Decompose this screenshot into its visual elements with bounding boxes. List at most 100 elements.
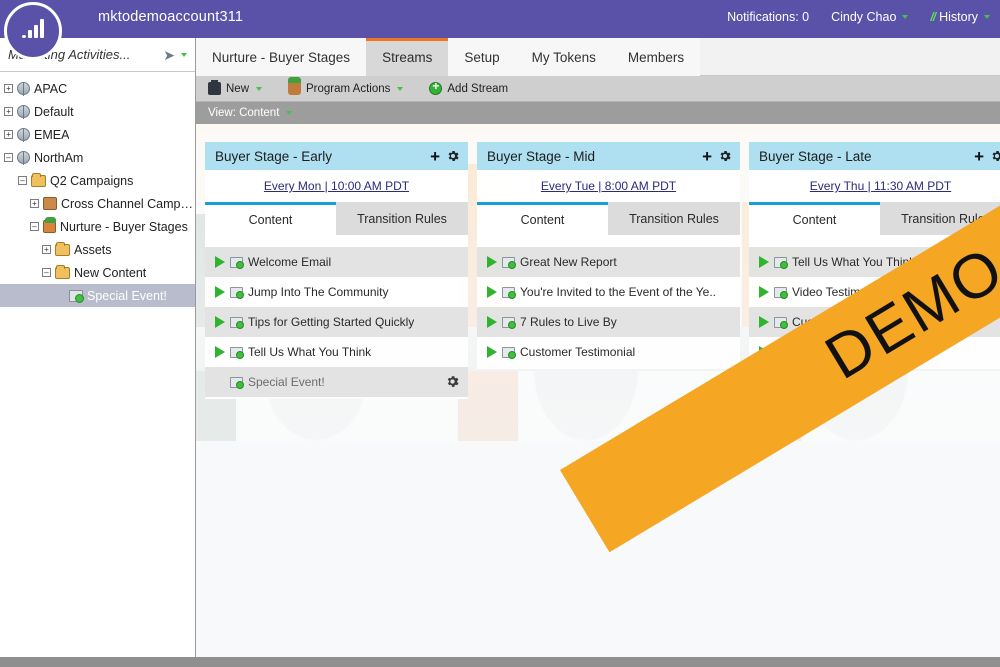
history-menu[interactable]: // History (930, 10, 990, 24)
tree-item-apac[interactable]: + APAC (0, 77, 195, 100)
globe-icon (17, 151, 30, 165)
tree-item-default[interactable]: + Default (0, 100, 195, 123)
play-icon[interactable] (487, 346, 497, 358)
expander-placeholder (56, 291, 65, 300)
expander-icon[interactable]: – (4, 153, 13, 162)
play-icon[interactable] (759, 256, 769, 268)
play-icon[interactable] (759, 286, 769, 298)
tab-setup[interactable]: Setup (448, 38, 516, 76)
add-stream-button[interactable]: Add Stream (429, 80, 508, 95)
stream-schedule-link[interactable]: Every Thu | 11:30 AM PDT (810, 179, 951, 193)
expander-icon[interactable]: – (18, 176, 27, 185)
tree-item-assets[interactable]: + Assets (0, 238, 195, 261)
content-row[interactable]: Great New Report (477, 247, 740, 277)
email-asset-icon (502, 256, 516, 269)
logo-circle (4, 2, 62, 60)
history-label: History (939, 10, 978, 24)
stream-settings-gear-icon[interactable] (990, 149, 1000, 163)
tab-my-tokens[interactable]: My Tokens (515, 38, 612, 76)
play-icon[interactable] (215, 346, 225, 358)
email-asset-icon (502, 286, 516, 299)
stream-tabs: Content Transition Rules (477, 202, 740, 235)
tree-item-q2-campaigns[interactable]: – Q2 Campaigns (0, 169, 195, 192)
expander-icon[interactable]: – (42, 268, 51, 277)
content-row-gear-icon[interactable] (445, 374, 459, 388)
tab-transition-rules[interactable]: Transition Rules (336, 202, 468, 235)
expander-icon[interactable]: + (4, 84, 13, 93)
stream-schedule-link[interactable]: Every Mon | 10:00 AM PDT (264, 179, 409, 193)
content-row-pending[interactable]: Special Event! (205, 367, 468, 397)
play-icon[interactable] (487, 256, 497, 268)
play-icon[interactable] (487, 286, 497, 298)
stream-settings-gear-icon[interactable] (446, 149, 460, 163)
tree-item-new-content[interactable]: – New Content (0, 261, 195, 284)
add-content-icon[interactable]: + (702, 148, 712, 165)
content-row-label: Tell Us What You Think (248, 345, 372, 359)
view-selector-label: View: Content (208, 107, 280, 119)
tree-item-cross-channel-campaign[interactable]: + Cross Channel Campaign (0, 192, 195, 215)
chevron-down-icon[interactable] (181, 53, 187, 57)
expander-icon[interactable]: – (30, 222, 39, 231)
content-row-label: Welcome Email (248, 255, 332, 269)
tab-transition-rules[interactable]: Transition Rules (608, 202, 740, 235)
content-row[interactable]: Jump Into The Community (205, 277, 468, 307)
content-row[interactable]: Tips for Getting Started Quickly (205, 307, 468, 337)
chevron-down-icon (984, 15, 990, 19)
stream-schedule-link[interactable]: Every Tue | 8:00 AM PDT (541, 179, 676, 193)
play-icon[interactable] (215, 316, 225, 328)
asset-icon (69, 289, 84, 303)
folder-icon (55, 264, 70, 279)
content-row[interactable]: Tell Us What You Think (205, 337, 468, 367)
play-icon[interactable] (215, 256, 225, 268)
folder-icon (31, 172, 46, 187)
program-actions-label: Program Actions (306, 82, 391, 95)
content-row-label: 7 Rules to Live By (520, 315, 617, 329)
add-content-icon[interactable]: + (974, 148, 984, 165)
content-row[interactable]: Welcome Email (205, 247, 468, 277)
tree-item-label: Special Event! (87, 288, 167, 303)
tree-item-label: Cross Channel Campaign (61, 196, 195, 211)
add-stream-icon (429, 80, 443, 95)
tab-members[interactable]: Members (611, 38, 701, 76)
content-row-label: Customer Testimonial (520, 345, 636, 359)
list-spacer (477, 235, 740, 247)
tree-item-special-event[interactable]: Special Event! (0, 284, 195, 307)
nurture-icon (43, 217, 56, 233)
email-asset-icon (502, 316, 516, 329)
content-row[interactable]: Customer Testimonial (477, 337, 740, 367)
tab-streams[interactable]: Streams (366, 38, 449, 76)
expander-icon[interactable]: + (42, 245, 51, 254)
content-row-label: Special Event! (248, 375, 325, 389)
stream-title: Buyer Stage - Mid (487, 148, 596, 164)
program-icon (43, 197, 57, 210)
view-selector-bar[interactable]: View: Content (196, 102, 1000, 124)
tab-content[interactable]: Content (477, 202, 608, 235)
expander-icon[interactable]: + (4, 107, 13, 116)
content-row-label: Tips for Getting Started Quickly (248, 315, 415, 329)
content-row-label: You're Invited to the Event of the Ye.. (520, 285, 716, 299)
stream-settings-gear-icon[interactable] (718, 149, 732, 163)
globe-icon (17, 128, 30, 142)
program-actions-button[interactable]: Program Actions (288, 77, 404, 95)
tab-content[interactable]: Content (205, 202, 336, 235)
add-content-icon[interactable]: + (430, 148, 440, 165)
tree-item-nurture-buyer-stages[interactable]: – Nurture - Buyer Stages (0, 215, 195, 238)
play-icon[interactable] (759, 316, 769, 328)
tree-item-emea[interactable]: + EMEA (0, 123, 195, 146)
user-menu[interactable]: Cindy Chao (831, 10, 909, 24)
tab-nurture-buyer-stages[interactable]: Nurture - Buyer Stages (196, 38, 367, 76)
play-icon[interactable] (487, 316, 497, 328)
new-button[interactable]: New (208, 80, 263, 95)
content-row[interactable]: You're Invited to the Event of the Ye.. (477, 277, 740, 307)
marketo-logo[interactable] (4, 2, 66, 64)
app-root: Buyer Stage - Early + Every Mon | 10:00 … (0, 0, 1000, 667)
email-asset-icon (774, 256, 788, 269)
expander-icon[interactable]: + (4, 130, 13, 139)
notifications-indicator[interactable]: Notifications: 0 (727, 10, 809, 24)
expander-icon[interactable]: + (30, 199, 39, 208)
play-icon[interactable] (215, 286, 225, 298)
tab-content[interactable]: Content (749, 202, 880, 235)
send-icon[interactable]: ➤ (163, 47, 175, 64)
tree-item-northam[interactable]: – NorthAm (0, 146, 195, 169)
content-row[interactable]: 7 Rules to Live By (477, 307, 740, 337)
